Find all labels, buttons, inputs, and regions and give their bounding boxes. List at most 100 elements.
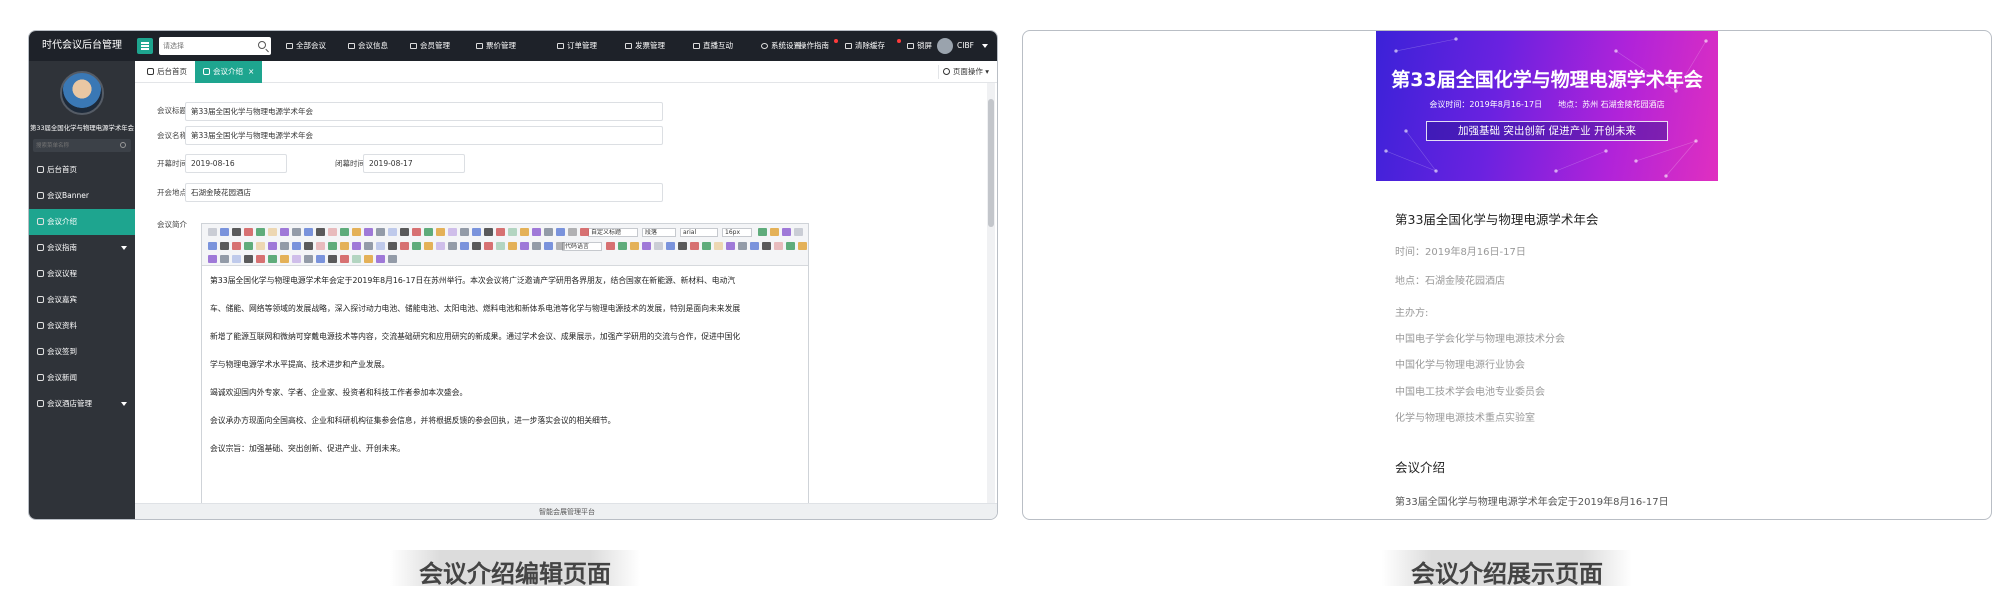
- nav-invoices[interactable]: 发票管理: [625, 31, 665, 61]
- nav-members[interactable]: 会员管理: [410, 31, 450, 61]
- close-icon[interactable]: ×: [248, 67, 254, 76]
- toolbar-tool-icon[interactable]: [388, 228, 397, 236]
- paragraph-select[interactable]: 段落: [642, 228, 676, 237]
- toolbar-tool-icon[interactable]: [618, 242, 627, 250]
- toolbar-tool-icon[interactable]: [220, 228, 229, 236]
- toolbar-tool-icon[interactable]: [328, 242, 337, 250]
- toolbar-tool-icon[interactable]: [690, 242, 699, 250]
- toolbar-tool-icon[interactable]: [328, 255, 337, 263]
- rich-text-editor[interactable]: 自定义标题 段落 arial 16px 代码语言 第33届全国化学与物理电源学术…: [201, 223, 809, 511]
- toolbar-tool-icon[interactable]: [340, 242, 349, 250]
- toolbar-tool-icon[interactable]: [762, 242, 771, 250]
- custom-title-select[interactable]: 自定义标题: [588, 228, 638, 237]
- name-field[interactable]: 第33届全国化学与物理电源学术年会: [185, 126, 663, 145]
- toolbar-tool-icon[interactable]: [340, 228, 349, 236]
- code-language-select[interactable]: 代码语言: [562, 242, 602, 251]
- toolbar-tool-icon[interactable]: [268, 228, 277, 236]
- scrollbar-thumb[interactable]: [988, 99, 994, 227]
- sidebar-item-intro[interactable]: 会议介绍: [29, 209, 135, 235]
- toolbar-tool-icon[interactable]: [666, 242, 675, 250]
- tab-home[interactable]: 后台首页: [139, 61, 196, 83]
- toolbar-tool-icon[interactable]: [774, 242, 783, 250]
- toolbar-tool-icon[interactable]: [304, 242, 313, 250]
- toolbar-tool-icon[interactable]: [208, 255, 217, 263]
- toolbar-tool-icon[interactable]: [448, 228, 457, 236]
- sidebar-item-news[interactable]: 会议新闻: [29, 365, 135, 391]
- toolbar-tool-icon[interactable]: [244, 242, 253, 250]
- toolbar-tool-icon[interactable]: [786, 242, 795, 250]
- sidebar-item-home[interactable]: 后台首页: [29, 157, 135, 183]
- toolbar-tool-icon[interactable]: [352, 255, 361, 263]
- nav-clear-cache[interactable]: 清除缓存: [845, 31, 885, 61]
- toolbar-tool-icon[interactable]: [400, 242, 409, 250]
- close-date-field[interactable]: 2019-08-17: [363, 154, 465, 173]
- toolbar-tool-icon[interactable]: [758, 228, 767, 236]
- toolbar-tool-icon[interactable]: [436, 242, 445, 250]
- toolbar-tool-icon[interactable]: [726, 242, 735, 250]
- toolbar-tool-icon[interactable]: [388, 255, 397, 263]
- user-avatar[interactable]: [937, 38, 953, 54]
- toolbar-tool-icon[interactable]: [496, 242, 505, 250]
- toolbar-tool-icon[interactable]: [714, 242, 723, 250]
- toolbar-tool-icon[interactable]: [794, 228, 803, 236]
- top-search[interactable]: [159, 37, 271, 55]
- toolbar-tool-icon[interactable]: [208, 242, 217, 250]
- title-field[interactable]: 第33届全国化学与物理电源学术年会: [185, 102, 663, 121]
- toolbar-tool-icon[interactable]: [556, 242, 565, 250]
- nav-live[interactable]: 直播互动: [693, 31, 733, 61]
- toolbar-tool-icon[interactable]: [256, 242, 265, 250]
- sidebar-search[interactable]: [33, 139, 131, 152]
- sidebar-item-checkin[interactable]: 会议签到: [29, 339, 135, 365]
- open-date-field[interactable]: 2019-08-16: [185, 154, 287, 173]
- toolbar-tool-icon[interactable]: [738, 242, 747, 250]
- toolbar-tool-icon[interactable]: [268, 255, 277, 263]
- toolbar-tool-icon[interactable]: [424, 242, 433, 250]
- toolbar-tool-icon[interactable]: [244, 255, 253, 263]
- toolbar-tool-icon[interactable]: [220, 255, 229, 263]
- toolbar-tool-icon[interactable]: [316, 242, 325, 250]
- sidebar-search-input[interactable]: [36, 140, 116, 151]
- venue-field[interactable]: 石湖金陵花园酒店: [185, 183, 663, 202]
- toolbar-tool-icon[interactable]: [532, 242, 541, 250]
- toolbar-tool-icon[interactable]: [424, 228, 433, 236]
- toolbar-tool-icon[interactable]: [448, 242, 457, 250]
- search-icon[interactable]: [120, 142, 126, 148]
- sidebar-item-hotel[interactable]: 会议酒店管理: [29, 391, 135, 417]
- toolbar-tool-icon[interactable]: [352, 242, 361, 250]
- toolbar-tool-icon[interactable]: [376, 228, 385, 236]
- toolbar-tool-icon[interactable]: [304, 228, 313, 236]
- toolbar-tool-icon[interactable]: [460, 228, 469, 236]
- toolbar-tool-icon[interactable]: [568, 228, 577, 236]
- toolbar-tool-icon[interactable]: [460, 242, 469, 250]
- toolbar-tool-icon[interactable]: [340, 255, 349, 263]
- user-name[interactable]: CIBF: [957, 31, 974, 61]
- font-size-select[interactable]: 16px: [722, 228, 752, 237]
- toolbar-tool-icon[interactable]: [256, 255, 265, 263]
- toolbar-tool-icon[interactable]: [316, 228, 325, 236]
- toolbar-tool-icon[interactable]: [376, 255, 385, 263]
- toolbar-tool-icon[interactable]: [268, 242, 277, 250]
- toolbar-tool-icon[interactable]: [388, 242, 397, 250]
- toolbar-tool-icon[interactable]: [208, 228, 217, 236]
- chevron-down-icon[interactable]: [982, 44, 988, 48]
- toolbar-tool-icon[interactable]: [520, 242, 529, 250]
- toolbar-tool-icon[interactable]: [654, 242, 663, 250]
- toolbar-tool-icon[interactable]: [376, 242, 385, 250]
- toolbar-tool-icon[interactable]: [364, 242, 373, 250]
- toolbar-tool-icon[interactable]: [556, 228, 565, 236]
- toolbar-tool-icon[interactable]: [532, 228, 541, 236]
- toolbar-tool-icon[interactable]: [798, 242, 807, 250]
- toolbar-tool-icon[interactable]: [520, 228, 529, 236]
- toolbar-tool-icon[interactable]: [280, 255, 289, 263]
- menu-toggle-button[interactable]: [137, 38, 153, 54]
- toolbar-tool-icon[interactable]: [472, 228, 481, 236]
- toolbar-tool-icon[interactable]: [232, 255, 241, 263]
- toolbar-tool-icon[interactable]: [232, 228, 241, 236]
- toolbar-tool-icon[interactable]: [630, 242, 639, 250]
- tab-intro[interactable]: 会议介绍 ×: [195, 61, 263, 83]
- font-select[interactable]: arial: [680, 228, 718, 237]
- toolbar-tool-icon[interactable]: [472, 242, 481, 250]
- nav-guide[interactable]: 操作指南: [799, 31, 829, 61]
- toolbar-tool-icon[interactable]: [496, 228, 505, 236]
- nav-lock-screen[interactable]: 锁屏: [907, 31, 932, 61]
